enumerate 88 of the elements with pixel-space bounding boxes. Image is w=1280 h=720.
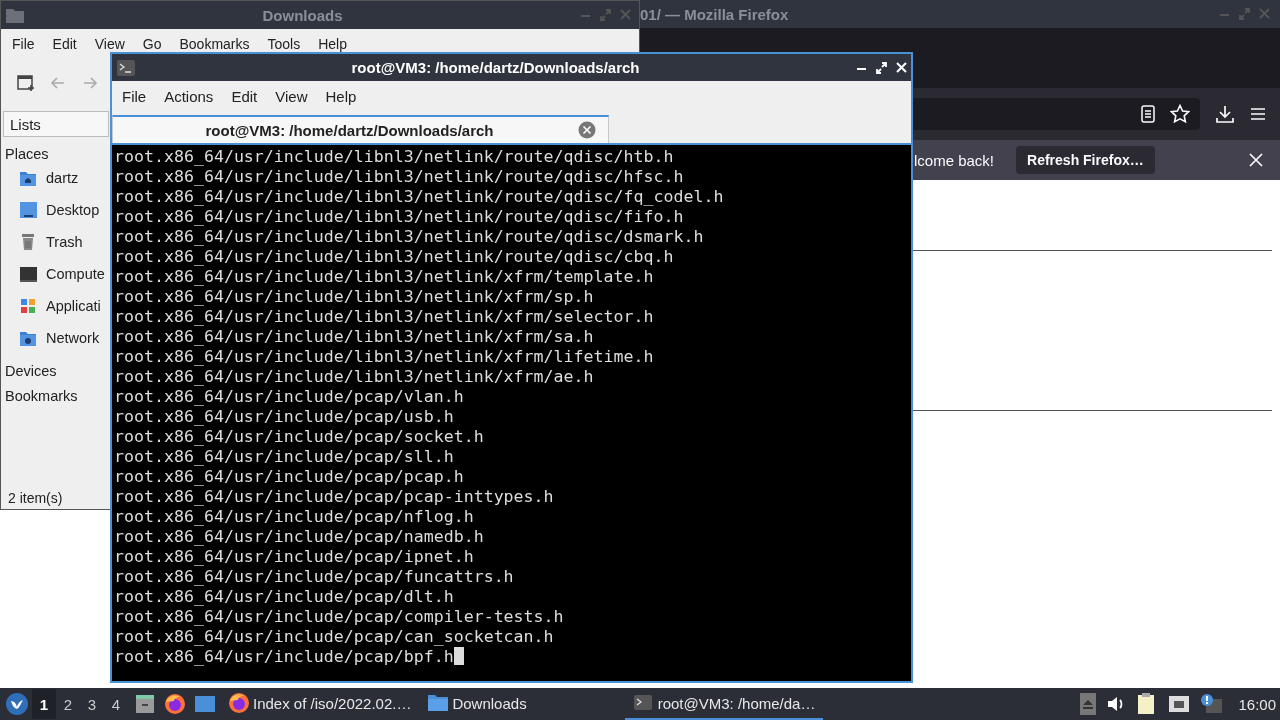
sidebar-item[interactable]: dartz (46, 170, 79, 186)
terminal-line: root.x86_64/usr/include/libnl3/netlink/route/qdisc/htb.h (114, 147, 674, 166)
status-text: 2 item(s) (8, 490, 63, 506)
terminal-line: root.x86_64/usr/include/libnl3/netlink/route/qdisc/hfsc.h (114, 167, 684, 186)
terminal-line: root.x86_64/usr/include/pcap/compiler-tests.h (114, 607, 564, 626)
sidebar-item[interactable]: Applicati (46, 298, 101, 314)
menu-item[interactable]: Help (309, 36, 356, 52)
star-icon[interactable] (1170, 104, 1190, 124)
terminal-line: root.x86_64/usr/include/libnl3/netlink/xfrm/sa.h (114, 327, 594, 346)
menu-item[interactable]: Edit (43, 36, 86, 52)
terminal-line: root.x86_64/usr/include/pcap/usb.h (114, 407, 454, 426)
address-bar[interactable] (910, 98, 1200, 130)
terminal-tab[interactable]: root@VM3: /home/dartz/Downloads/arch (112, 115, 609, 143)
sidebar-section[interactable]: Places (1, 137, 109, 162)
terminal-line: root.x86_64/usr/include/pcap/socket.h (114, 427, 484, 446)
menu-icon[interactable] (1250, 106, 1266, 122)
firefox-icon (228, 692, 250, 714)
sidebar-section[interactable]: Devices (1, 354, 109, 379)
applications-icon (19, 297, 38, 315)
workspace-button[interactable]: 3 (80, 689, 104, 719)
terminal-line: root.x86_64/usr/include/pcap/ipnet.h (114, 547, 474, 566)
sidebar-item[interactable]: Network (46, 330, 100, 346)
terminal-line: root.x86_64/usr/include/libnl3/netlink/route/qdisc/fq_codel.h (114, 187, 724, 206)
terminal-line: root.x86_64/usr/include/libnl3/netlink/xfrm/ae.h (114, 367, 594, 386)
notification-text: lcome back! (914, 151, 995, 169)
terminal-line: root.x86_64/usr/include/pcap/bpf.h (114, 647, 454, 666)
start-menu-icon[interactable] (6, 693, 28, 715)
terminal-line: root.x86_64/usr/include/pcap/pcap-inttypes.h (114, 487, 554, 506)
taskbar-task[interactable]: root@VM3: /home/da… (624, 688, 824, 720)
terminal-line: root.x86_64/usr/include/libnl3/netlink/route/qdisc/fifo.h (114, 207, 684, 226)
reader-view-icon[interactable] (1140, 105, 1156, 123)
terminal-line: root.x86_64/usr/include/libnl3/netlink/xfrm/lifetime.h (114, 347, 654, 366)
window-title: 01/ — Mozilla Firefox (640, 5, 790, 23)
new-window-icon[interactable] (17, 74, 35, 92)
menu-item[interactable]: Bookmarks (170, 36, 259, 52)
terminal-line: root.x86_64/usr/include/pcap/can_socketcan.h (114, 627, 554, 646)
terminal-icon (117, 59, 135, 76)
terminal-line: root.x86_64/usr/include/pcap/pcap.h (114, 467, 464, 486)
sidebar-item[interactable]: Desktop (46, 202, 100, 218)
folder-icon (427, 692, 450, 714)
terminal-line: root.x86_64/usr/include/libnl3/netlink/route/qdisc/cbq.h (114, 247, 674, 266)
file-cabinet-icon[interactable] (134, 693, 156, 715)
computer-icon (19, 265, 38, 283)
clock: 16:00 (1238, 695, 1276, 713)
menu-item[interactable]: View (85, 36, 134, 52)
terminal-line: root.x86_64/usr/include/pcap/vlan.h (114, 387, 464, 406)
folder-icon (5, 6, 25, 24)
menu-item[interactable]: Tools (258, 36, 310, 52)
network-folder-icon (19, 329, 38, 347)
workspace-button[interactable]: 1 (32, 689, 56, 719)
terminal-line: root.x86_64/usr/include/pcap/nflog.h (114, 507, 474, 526)
sidebar-section[interactable]: Bookmarks (1, 379, 109, 404)
sidebar-tab[interactable]: Lists (3, 111, 109, 137)
sidebar-item[interactable]: Compute (46, 266, 105, 282)
terminal-line: root.x86_64/usr/include/libnl3/netlink/xfrm/sp.h (114, 287, 594, 306)
menu-item[interactable]: View (266, 88, 317, 105)
menu-item[interactable]: Edit (222, 88, 267, 105)
firefox-icon[interactable] (164, 693, 186, 715)
window-title: Downloads (261, 6, 344, 24)
menu-item[interactable]: Actions (155, 88, 223, 105)
notification-icon[interactable] (1200, 693, 1223, 715)
taskbar-task[interactable]: Index of /iso/2022.02.… (220, 688, 420, 720)
menu-item[interactable]: File (3, 36, 44, 52)
refresh-button[interactable]: Refresh Firefox… (1016, 146, 1155, 174)
window-icon[interactable] (194, 693, 216, 715)
terminal-line: root.x86_64/usr/include/libnl3/netlink/xfrm/template.h (114, 267, 654, 286)
window-title: root@VM3: /home/dartz/Downloads/arch (350, 59, 641, 76)
close-icon[interactable] (1248, 152, 1264, 168)
terminal-line: root.x86_64/usr/include/pcap/dlt.h (114, 587, 454, 606)
workspace-button[interactable]: 2 (56, 689, 80, 719)
eject-icon[interactable] (1080, 693, 1097, 715)
network-icon[interactable] (1168, 694, 1191, 714)
download-icon[interactable] (1216, 105, 1234, 123)
cursor (453, 647, 464, 665)
menu-item[interactable]: File (113, 88, 156, 105)
desktop-icon (19, 201, 38, 219)
taskbar-task[interactable]: Downloads (419, 688, 535, 720)
terminal-line: root.x86_64/usr/include/pcap/funcattrs.h (114, 567, 514, 586)
terminal-line: root.x86_64/usr/include/libnl3/netlink/route/qdisc/dsmark.h (114, 227, 704, 246)
menu-item[interactable]: Help (316, 88, 366, 105)
workspace-button[interactable]: 4 (104, 689, 128, 719)
terminal-line: root.x86_64/usr/include/pcap/namedb.h (114, 527, 484, 546)
menu-item[interactable]: Go (133, 36, 171, 52)
terminal-line: root.x86_64/usr/include/pcap/sll.h (114, 447, 454, 466)
sidebar-item[interactable]: Trash (46, 234, 83, 250)
terminal-line: root.x86_64/usr/include/libnl3/netlink/xfrm/selector.h (114, 307, 654, 326)
close-icon[interactable] (896, 60, 907, 75)
home-folder-icon (19, 169, 38, 187)
